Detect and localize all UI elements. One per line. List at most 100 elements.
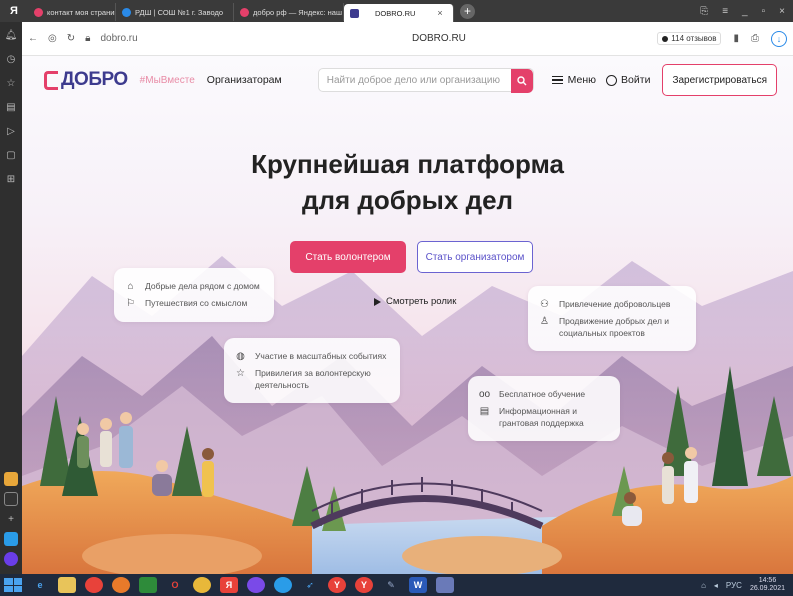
menu-icon[interactable]: ≡ — [722, 6, 728, 17]
address-bar: ← ◎ ↻ 🔒︎ dobro.ru DOBRO.RU 114 отзывов ▮… — [22, 22, 793, 56]
add-icon[interactable]: + — [4, 512, 18, 526]
network-icon[interactable]: ⌂ — [701, 581, 706, 590]
window-controls: ⎘ ≡ _ ▫ × — [700, 6, 793, 17]
status-dot-icon — [662, 35, 669, 42]
tab-dobro[interactable]: DOBRO.RU × — [344, 4, 454, 22]
lock-icon: 🔒︎ — [85, 33, 91, 44]
reviews-label: 114 отзывов — [671, 34, 717, 43]
new-tab-button[interactable]: + — [460, 3, 475, 19]
page-title: DOBRO.RU — [412, 33, 466, 44]
windows-start-icon[interactable] — [4, 578, 22, 592]
organizers-link[interactable]: Организаторам — [207, 74, 282, 86]
restore-icon[interactable]: ▫ — [762, 6, 766, 17]
browser-tab-strip: Я контакт моя страница — РДШ | СОШ №1 г.… — [0, 0, 793, 22]
menu-button[interactable]: Меню — [551, 74, 597, 86]
sidebar-app-icon[interactable] — [4, 472, 18, 486]
opera-icon[interactable]: O — [166, 577, 184, 593]
close-tab-icon[interactable]: × — [437, 8, 442, 18]
tab-label: добро рф — Яндекс: наш — [253, 7, 342, 17]
back-icon[interactable]: ← — [28, 33, 38, 44]
sidebar-app-icon[interactable] — [4, 552, 18, 566]
feature-bubble-organizers: ⚇ Привлечение добровольцев ♙ Продвижение д… — [528, 286, 696, 351]
tab-favicon-icon — [34, 7, 43, 17]
ie-icon[interactable]: e — [31, 577, 49, 593]
login-button[interactable]: Войти — [606, 74, 650, 86]
close-window-icon[interactable]: × — [779, 6, 785, 17]
download-icon[interactable]: ↓ — [771, 30, 787, 47]
reader-icon[interactable]: ⎙ — [751, 33, 759, 44]
tagline-link[interactable]: #МыВместе — [140, 75, 195, 86]
dobro-logo[interactable]: ДОБРО — [44, 69, 128, 91]
become-volunteer-button[interactable]: Стать волонтером — [290, 241, 406, 273]
url-field[interactable]: dobro.ru — [100, 33, 137, 44]
people-icon: ⚇ — [540, 298, 549, 310]
become-organizer-button[interactable]: Стать организатором — [417, 241, 533, 273]
language-indicator[interactable]: РУС — [726, 581, 742, 590]
notifications-icon[interactable]: 🔔︎ — [4, 28, 18, 42]
app-icon[interactable] — [85, 577, 103, 593]
site-header: ДОБРО #МыВместе Организаторам Меню Войти… — [22, 56, 793, 104]
reload-icon[interactable]: ↻ — [67, 33, 75, 44]
search-button[interactable] — [510, 69, 533, 93]
user-icon — [606, 74, 618, 86]
notes-icon[interactable]: ▤ — [4, 100, 18, 114]
feature-text: Информационная и грантовая поддержка — [499, 406, 584, 428]
globe-icon: ◍ — [236, 350, 245, 362]
tab-rdsh[interactable]: РДШ | СОШ №1 г. Заводо — [116, 3, 234, 21]
bookmarks-icon[interactable]: ⎘ — [700, 6, 708, 17]
feature-text: Продвижение добрых дел и социальных прое… — [559, 316, 670, 338]
tab-yandex-search[interactable]: добро рф — Яндекс: наш — [234, 3, 344, 21]
yandex-browser-icon[interactable]: Y — [355, 577, 373, 593]
app-icon[interactable] — [112, 577, 130, 593]
tab-vk[interactable]: контакт моя страница — — [28, 3, 116, 21]
clock[interactable]: 14:56 26.09.2021 — [750, 577, 785, 593]
tab-favicon-icon — [122, 7, 131, 17]
promotion-icon: ♙ — [540, 315, 549, 327]
app-icon[interactable]: ➶ — [301, 577, 319, 593]
signpost-icon: ⚐ — [126, 297, 135, 309]
bookmark-icon[interactable]: ▮ — [733, 33, 739, 44]
search-input[interactable] — [318, 74, 529, 86]
system-tray: ⌂ ◂ РУС 14:56 26.09.2021 — [701, 577, 793, 593]
web-page: ДОБРО #МыВместе Организаторам Меню Войти… — [22, 56, 793, 574]
sidebar-app-icon[interactable] — [4, 492, 18, 506]
app-icon[interactable] — [436, 577, 454, 593]
viber-icon[interactable] — [247, 577, 265, 593]
logo-mark-icon — [44, 70, 58, 90]
screenshot-icon[interactable]: ▢ — [4, 148, 18, 162]
watch-video-link[interactable]: Смотреть ролик — [374, 296, 456, 307]
feature-item: ☆ Привилегия за волонтерскую деятельность — [234, 367, 390, 391]
hero-title: Крупнейшая платформа для добрых дел — [22, 146, 793, 218]
apps-icon[interactable]: ⊞ — [4, 172, 18, 186]
yandex-browser-icon[interactable]: Я — [0, 0, 28, 22]
volume-icon[interactable]: ◂ — [714, 581, 718, 590]
paint-icon[interactable]: ✎ — [382, 577, 400, 593]
menu-label: Меню — [567, 74, 597, 86]
feature-item: oo Бесплатное обучение — [478, 388, 610, 401]
feature-text: Добрые дела рядом с домом — [145, 281, 260, 291]
yandex-icon[interactable]: Я — [220, 577, 238, 593]
minimize-icon[interactable]: _ — [742, 6, 748, 17]
calc-icon[interactable] — [139, 577, 157, 593]
player-icon[interactable]: ▷ — [4, 124, 18, 138]
word-icon[interactable]: W — [409, 577, 427, 593]
history-icon[interactable]: ◷ — [4, 52, 18, 66]
chrome-icon[interactable] — [193, 577, 211, 593]
tab-favicon-icon — [240, 7, 249, 17]
feature-bubble-events: ◍ Участие в масштабных событиях ☆ Привилег… — [224, 338, 400, 403]
sidebar-app-icon[interactable] — [4, 532, 18, 546]
register-button[interactable]: Зарегистрироваться — [662, 64, 777, 96]
protect-icon[interactable]: ◎ — [48, 33, 57, 44]
app-icon[interactable] — [274, 577, 292, 593]
feature-text: Бесплатное обучение — [499, 389, 586, 399]
feature-item: ▤ Информационная и грантовая поддержка — [478, 405, 610, 429]
feature-bubble-volunteers: ⌂ Добрые дела рядом с домом ⚐ Путешествия … — [114, 268, 274, 322]
play-icon — [374, 297, 381, 306]
search-box — [317, 68, 534, 93]
yandex-browser-icon[interactable]: Y — [328, 577, 346, 593]
search-icon — [516, 76, 527, 86]
favorites-icon[interactable]: ☆ — [4, 76, 18, 90]
explorer-icon[interactable] — [58, 577, 76, 593]
reviews-badge[interactable]: 114 отзывов — [657, 32, 722, 45]
windows-taskbar: e O Я ➶ Y Y ✎ W ⌂ ◂ РУС 14:56 26.09.2021 — [0, 574, 793, 596]
